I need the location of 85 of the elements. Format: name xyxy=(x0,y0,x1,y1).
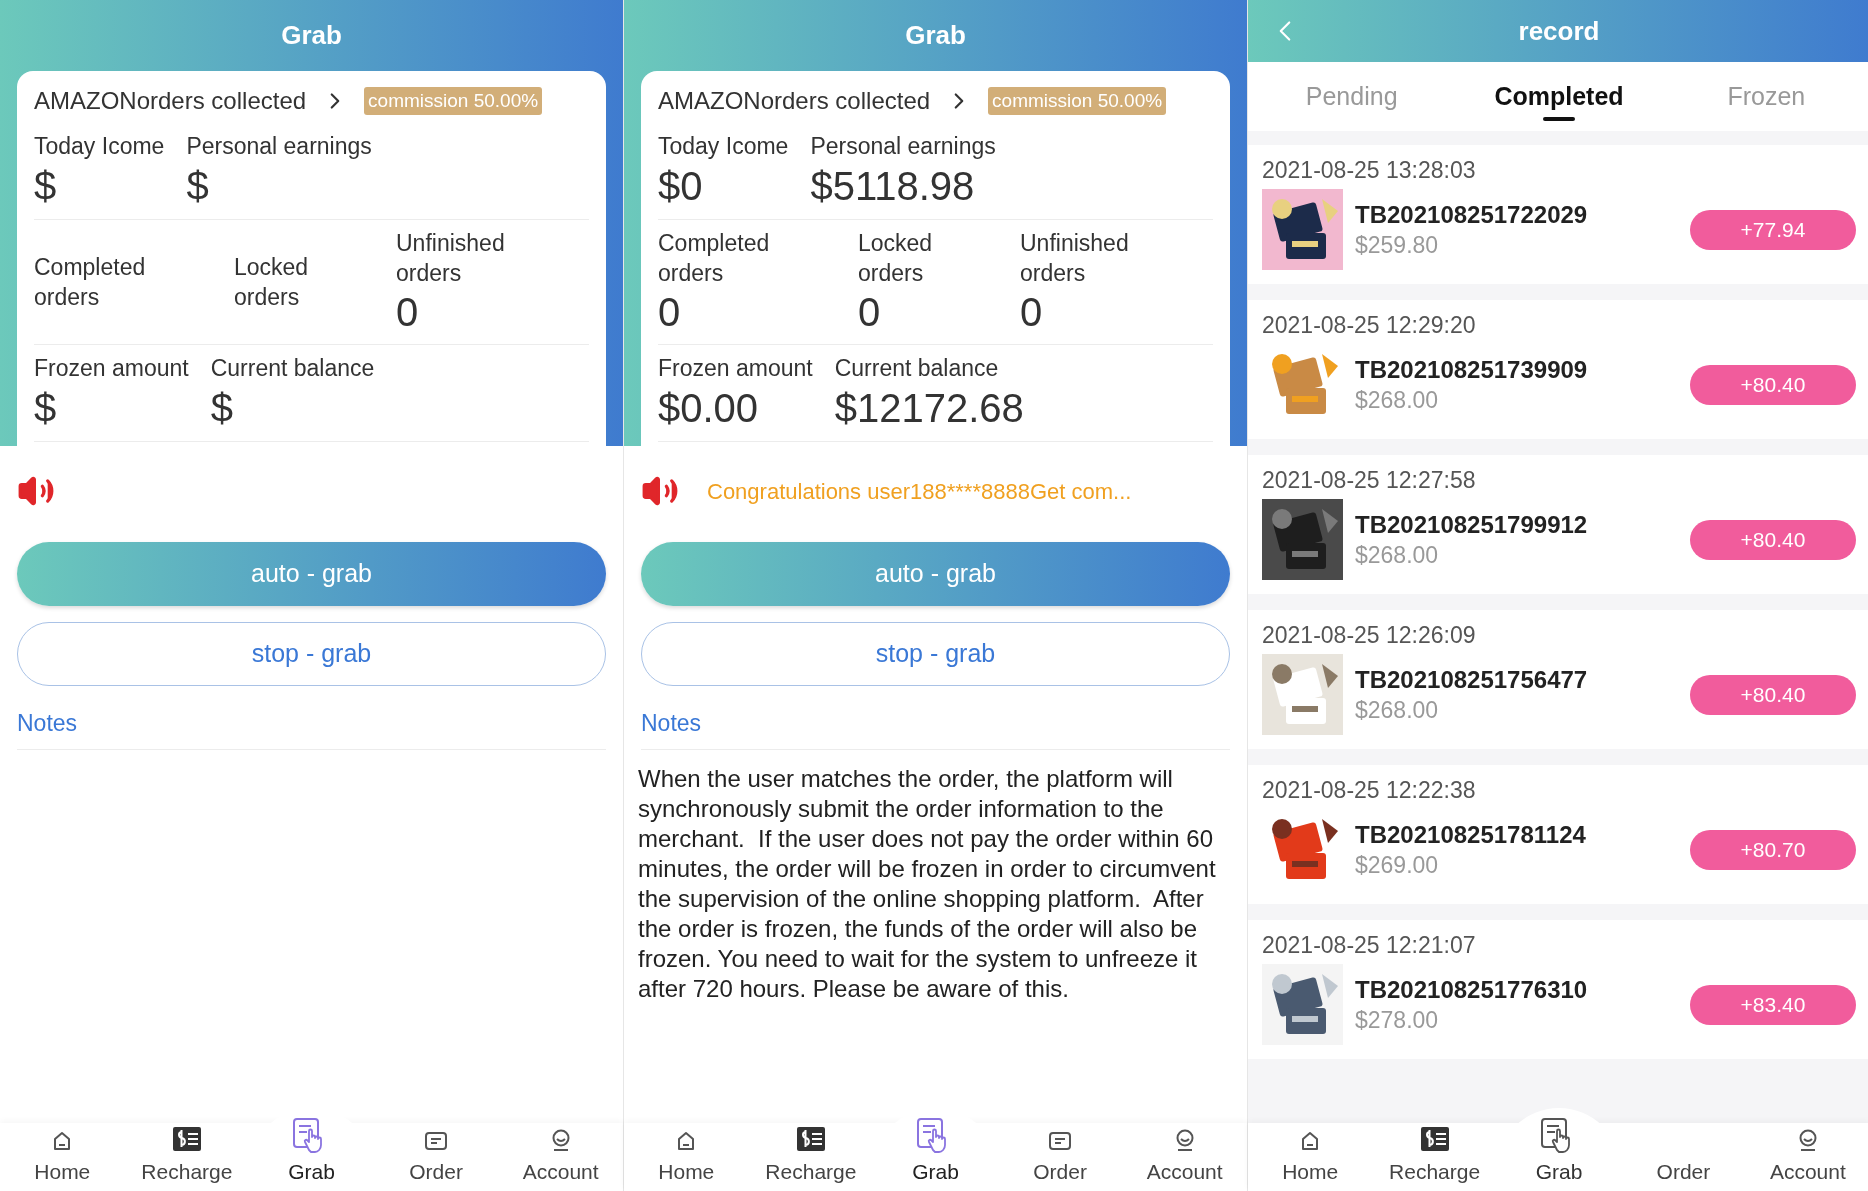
order-price: $259.80 xyxy=(1355,230,1440,260)
nav-tab[interactable]: Recharge xyxy=(1372,1125,1497,1191)
order-number: TB202108251799912 xyxy=(1355,509,1589,540)
nav-tab[interactable]: Account xyxy=(1745,1127,1868,1191)
stat-value: $ xyxy=(34,163,58,210)
order-time: 2021-08-25 12:27:58 xyxy=(1262,466,1477,495)
order-icon xyxy=(1048,1129,1073,1152)
stat-label: Frozen amount xyxy=(658,354,813,383)
order-number: TB202108251781124 xyxy=(1355,819,1587,850)
stat-value: 0 xyxy=(1020,289,1044,336)
notice-text: Congratulations user188****8888Get com... xyxy=(707,477,1132,506)
nav-tab[interactable]: Order xyxy=(373,1129,499,1191)
stat-label: Locked orders xyxy=(234,253,309,312)
stat-label: Unfinished orders xyxy=(1020,229,1129,288)
order-icon xyxy=(424,1129,449,1152)
order-card[interactable]: 2021-08-25 12:26:09 TB202108251756477 $268.00 +80.40 xyxy=(1248,610,1868,749)
card-heading: AMAZONorders collected xyxy=(658,86,931,116)
nav-tab[interactable]: Recharge xyxy=(124,1125,250,1191)
stat-label: Completed orders xyxy=(34,253,146,312)
stat-label: Locked orders xyxy=(858,229,933,288)
stat-value: 0 xyxy=(658,289,682,336)
stat-label: Current balance xyxy=(834,354,1000,383)
stop-grab-button[interactable]: stop - grab xyxy=(641,622,1230,686)
order-number: TB202108251756477 xyxy=(1355,664,1589,695)
commission-pill: +80.40 xyxy=(1690,364,1856,405)
stat-value: $ xyxy=(210,385,234,432)
notes-heading: Notes xyxy=(17,710,78,736)
commission-pill: +80.70 xyxy=(1690,829,1856,870)
commission-badge: commission 50.00% xyxy=(364,86,543,116)
stat-value: 0 xyxy=(396,289,420,336)
page-title: Grab xyxy=(280,19,343,52)
stat-label: Unfinished orders xyxy=(396,229,505,288)
commission-pill: +77.94 xyxy=(1690,209,1856,250)
commission-pill: +80.40 xyxy=(1690,519,1856,560)
nav-tab[interactable]: Order xyxy=(1621,1155,1746,1191)
stat-label: Personal earnings xyxy=(186,132,372,161)
stat-label: Today Icome xyxy=(34,132,165,161)
nav-tab[interactable]: Recharge xyxy=(748,1125,874,1191)
order-card[interactable]: 2021-08-25 12:21:07 TB202108251776310 $278.00 +83.40 xyxy=(1248,920,1868,1059)
stop-grab-button[interactable]: stop - grab xyxy=(17,622,606,686)
stat-value: $5118.98 xyxy=(810,163,976,210)
order-price: $269.00 xyxy=(1355,850,1440,880)
commission-pill: +80.40 xyxy=(1690,674,1856,715)
commission-badge: commission 50.00% xyxy=(988,86,1167,116)
order-time: 2021-08-25 12:29:20 xyxy=(1262,311,1477,340)
nav-tab[interactable]: Account xyxy=(1122,1127,1247,1191)
order-price: $278.00 xyxy=(1355,1005,1440,1035)
nav-tab[interactable]: Order xyxy=(997,1129,1123,1191)
order-card[interactable]: 2021-08-25 12:22:38 TB202108251781124 $269.00 +80.70 xyxy=(1248,765,1868,904)
notes-heading: Notes xyxy=(641,710,702,736)
stat-value: $ xyxy=(186,163,210,210)
order-price: $268.00 xyxy=(1355,540,1440,570)
order-number: TB202108251722029 xyxy=(1355,199,1589,230)
nav-tab[interactable]: Grab xyxy=(1496,1107,1622,1191)
nav-tab[interactable]: Home xyxy=(624,1129,749,1191)
order-price: $268.00 xyxy=(1355,385,1440,415)
order-price: $268.00 xyxy=(1355,695,1440,725)
stat-value: $0 xyxy=(658,163,704,210)
stat-value: $12172.68 xyxy=(834,385,1024,432)
order-card[interactable]: 2021-08-25 12:27:58 TB202108251799912 $268.00 +80.40 xyxy=(1248,455,1868,594)
order-number: TB202108251776310 xyxy=(1355,974,1589,1005)
nav-tab[interactable]: Home xyxy=(1248,1129,1373,1191)
nav-tab[interactable]: Account xyxy=(498,1127,623,1191)
notes-paragraph: When the user matches the order, the platform will synchronously submit the order information to the merchant. If the user does not pay the order within 60 minutes, the order will be frozen in order to circumvent the supervision of the online shopping platform. After the order is frozen, the funds of the order will also be frozen. You need to wait for the system to unfreeze it after 720 hours. Please be aware of this. xyxy=(637,763,1217,1004)
order-time: 2021-08-25 12:22:38 xyxy=(1262,776,1477,805)
stat-label: Personal earnings xyxy=(810,132,996,161)
commission-pill: +83.40 xyxy=(1690,984,1856,1025)
order-time: 2021-08-25 12:21:07 xyxy=(1262,931,1477,960)
page-title: record xyxy=(1517,14,1601,48)
order-card[interactable]: 2021-08-25 12:29:20 TB202108251739909 $268.00 +80.40 xyxy=(1248,300,1868,439)
order-card[interactable]: 2021-08-25 13:28:03 TB202108251722029 $259.80 +77.94 xyxy=(1248,145,1868,284)
stat-value: $0.00 xyxy=(658,385,760,432)
stat-label: Frozen amount xyxy=(34,354,189,383)
stat-value: $ xyxy=(34,385,58,432)
order-number: TB202108251739909 xyxy=(1355,354,1589,385)
stat-label: Today Icome xyxy=(658,132,789,161)
card-heading: AMAZONorders collected xyxy=(34,86,307,116)
tab[interactable]: Completed xyxy=(1455,62,1663,131)
order-time: 2021-08-25 12:26:09 xyxy=(1262,621,1477,650)
order-time: 2021-08-25 13:28:03 xyxy=(1262,156,1477,185)
stat-label: Completed orders xyxy=(658,229,770,288)
nav-tab[interactable]: Home xyxy=(0,1129,125,1191)
stat-value: 0 xyxy=(858,289,882,336)
page-title: Grab xyxy=(904,19,967,52)
stat-label: Current balance xyxy=(210,354,375,383)
